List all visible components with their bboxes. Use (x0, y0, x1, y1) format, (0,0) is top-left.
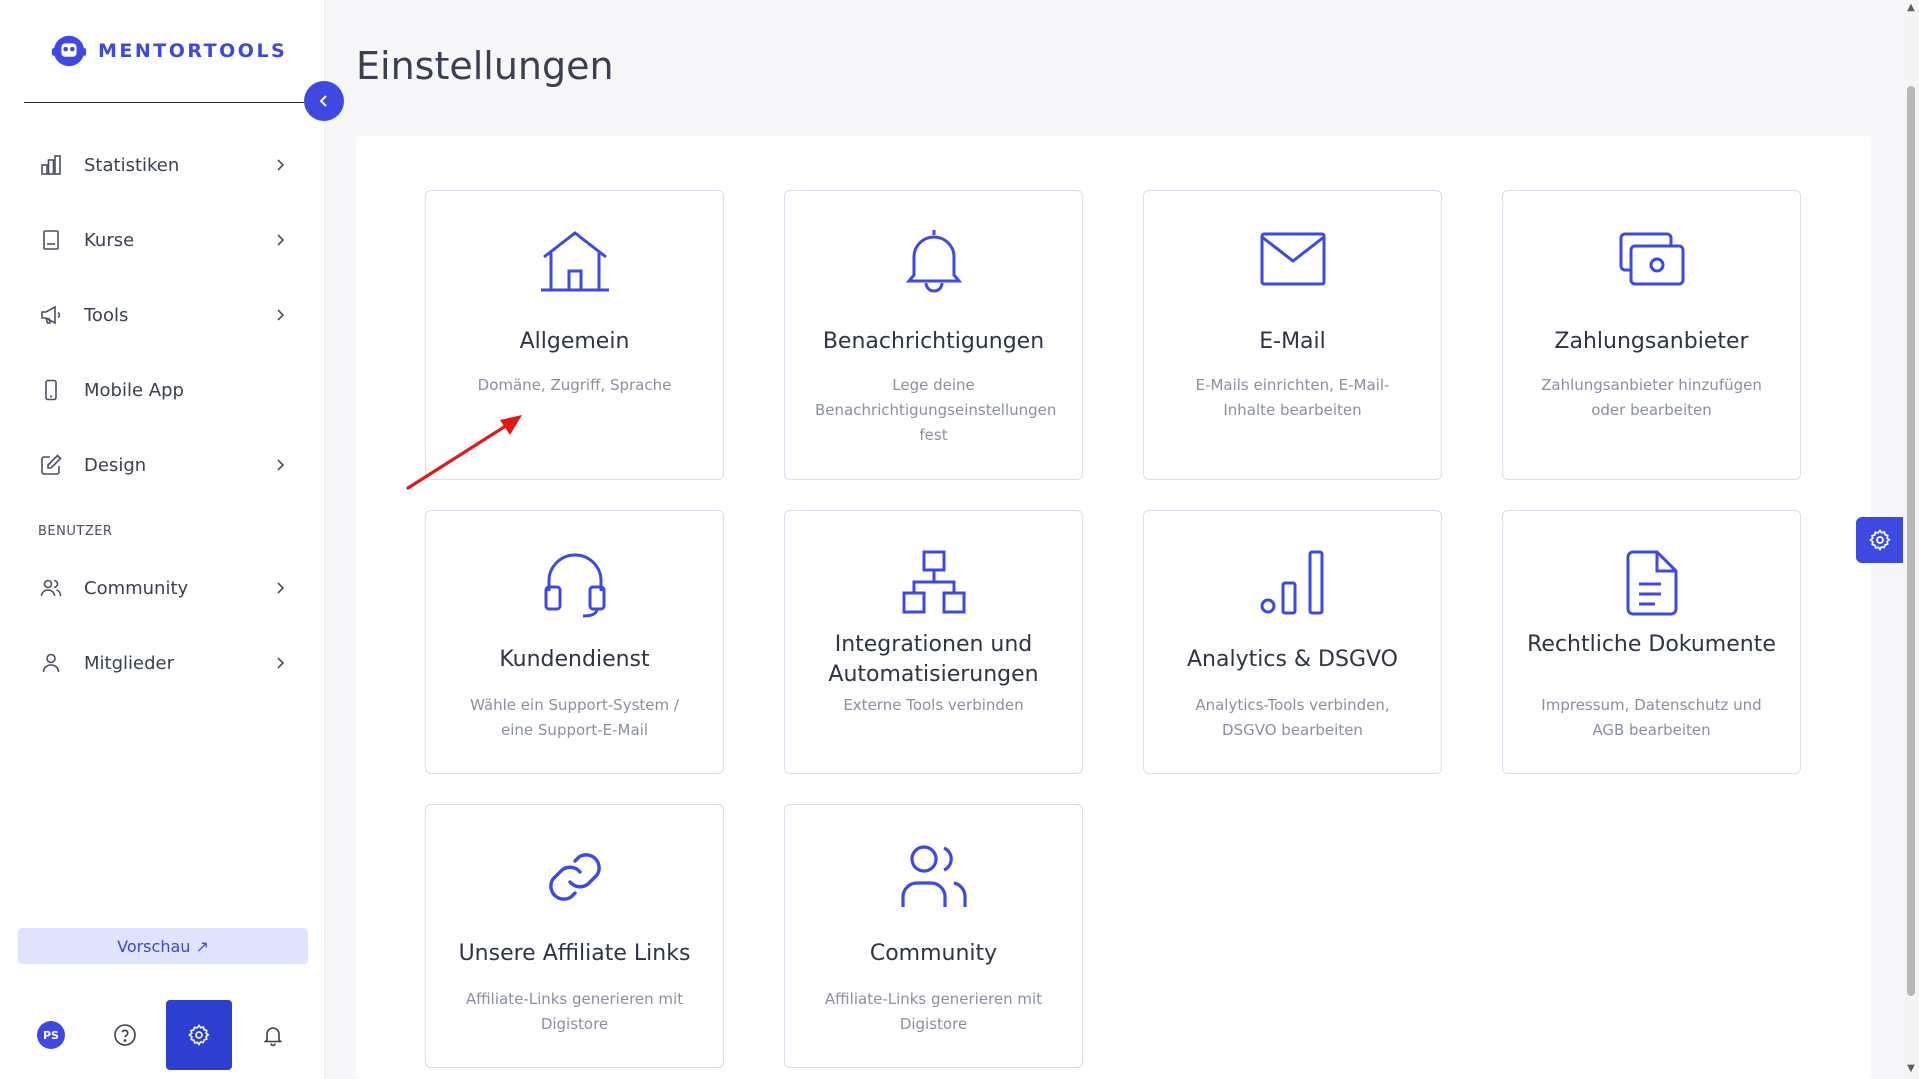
card-description: Analytics-Tools verbinden, DSGVO bearbei… (1195, 696, 1390, 739)
sidebar-item-design[interactable]: Design (38, 445, 288, 485)
pen-square-icon (38, 452, 64, 478)
sidebar-item-label: Design (84, 454, 147, 476)
bar-chart-icon (38, 152, 64, 178)
page-title: Einstellungen (356, 44, 614, 88)
card-title: Analytics & DSGVO (1187, 647, 1398, 672)
card-title: Community (869, 941, 998, 966)
sidebar-item-statistiken[interactable]: Statistiken (38, 145, 288, 185)
card-description: Affiliate-Links generieren mit Digistore (824, 990, 1043, 1033)
scroll-up-arrow-icon[interactable]: ▲ (1906, 3, 1916, 13)
section-label-benutzer: BENUTZER (38, 524, 113, 539)
sidebar-item-label: Statistiken (84, 154, 180, 176)
card-integrationen[interactable]: Integrationen und Automatisierungen Exte… (784, 510, 1083, 774)
megaphone-icon (38, 302, 64, 328)
logo-divider (24, 102, 304, 103)
document-icon (1503, 549, 1800, 617)
floating-settings-button[interactable] (1856, 517, 1904, 563)
notifications-button[interactable] (240, 1000, 306, 1070)
sidebar-item-label: Mobile App (84, 379, 184, 401)
chevron-right-icon (277, 582, 285, 594)
card-description: Impressum, Datenschutz und AGB bearbeite… (1541, 696, 1762, 739)
network-icon (785, 549, 1082, 615)
card-description: Domäne, Zugriff, Sprache (477, 376, 672, 394)
card-analytics-dsgvo[interactable]: Analytics & DSGVO Analytics-Tools verbin… (1143, 510, 1442, 774)
card-description: Zahlungsanbieter hinzufügen oder bearbei… (1541, 376, 1762, 419)
card-allgemein[interactable]: Allgemein Domäne, Zugriff, Sprache (425, 190, 724, 480)
card-rechtliche-dokumente[interactable]: Rechtliche Dokumente Impressum, Datensch… (1502, 510, 1801, 774)
preview-button[interactable]: Vorschau ↗ (18, 928, 308, 964)
card-title: E-Mail (1259, 329, 1326, 354)
chevron-right-icon (277, 657, 285, 669)
sidebar-item-mitglieder[interactable]: Mitglieder (38, 643, 288, 683)
card-title: Rechtliche Dokumente (1527, 632, 1776, 657)
card-kundendienst[interactable]: Kundendienst Wähle ein Support-System / … (425, 510, 724, 774)
book-icon (38, 227, 64, 253)
gear-icon (1869, 529, 1891, 552)
sidebar-item-label: Kurse (84, 229, 135, 251)
users-icon (38, 575, 64, 601)
chevron-right-icon (277, 159, 285, 171)
logo-text: MENTORTOOLS (98, 40, 288, 62)
scroll-thumb[interactable] (1907, 86, 1915, 996)
sidebar-item-community[interactable]: Community (38, 568, 288, 608)
card-title: Benachrichtigungen (822, 329, 1045, 354)
card-affiliate-links[interactable]: Unsere Affiliate Links Affiliate-Links g… (425, 804, 724, 1068)
robot-logo-icon (51, 35, 87, 67)
sidebar-item-label: Mitglieder (84, 652, 174, 674)
sidebar-item-tools[interactable]: Tools (38, 295, 288, 335)
card-description: Affiliate-Links generieren mit Digistore (465, 990, 684, 1033)
card-title: Integrationen und Automatisierungen (828, 632, 1039, 687)
card-title: Zahlungsanbieter (1554, 329, 1749, 354)
chevron-right-icon (277, 234, 285, 246)
sidebar-item-kurse[interactable]: Kurse (38, 220, 288, 260)
sidebar-bottom-bar: PS (0, 1000, 325, 1079)
card-benachrichtigungen[interactable]: Benachrichtigungen Lege deine Benachrich… (784, 190, 1083, 480)
card-title: Unsere Affiliate Links (458, 941, 691, 966)
card-title: Allgemein (519, 329, 630, 354)
avatar: PS (37, 1021, 65, 1049)
card-community[interactable]: Community Affiliate-Links generieren mit… (784, 804, 1083, 1068)
bell-icon (263, 1027, 283, 1047)
settings-button[interactable] (166, 1000, 232, 1070)
sidebar: MENTORTOOLS Statistiken Kurse Tools Mobi… (0, 0, 325, 1079)
link-icon (426, 845, 723, 909)
chevron-right-icon (277, 309, 285, 321)
card-e-mail[interactable]: E-Mail E-Mails einrichten, E-Mail-Inhalt… (1143, 190, 1442, 480)
settings-panel: Allgemein Domäne, Zugriff, Sprache Benac… (356, 136, 1871, 1079)
mail-icon (1144, 231, 1441, 287)
card-zahlungsanbieter[interactable]: Zahlungsanbieter Zahlungsanbieter hinzuf… (1502, 190, 1801, 480)
sidebar-item-mobile-app[interactable]: Mobile App (38, 370, 288, 410)
card-description: Wähle ein Support-System / eine Support-… (470, 696, 679, 739)
card-title: Kundendienst (499, 647, 650, 672)
home-icon (426, 227, 723, 293)
card-description: Lege deine Benachrichtigungseinstellunge… (815, 376, 1057, 444)
sidebar-item-label: Community (84, 577, 189, 599)
user-icon (38, 650, 64, 676)
user-avatar-button[interactable]: PS (18, 1000, 84, 1070)
headset-icon (426, 551, 723, 619)
analytics-icon (1144, 549, 1441, 617)
collapse-sidebar-button[interactable] (304, 81, 344, 121)
payment-icon (1503, 231, 1800, 287)
card-description: Externe Tools verbinden (843, 696, 1024, 714)
bell-icon (785, 227, 1082, 293)
mobile-icon (38, 377, 64, 403)
sidebar-item-label: Tools (84, 304, 129, 326)
scroll-down-arrow-icon[interactable]: ▼ (1906, 1064, 1916, 1074)
help-button[interactable] (92, 1000, 158, 1070)
logo[interactable]: MENTORTOOLS (50, 32, 287, 70)
card-description: E-Mails einrichten, E-Mail-Inhalte bearb… (1195, 376, 1390, 419)
community-icon (785, 843, 1082, 909)
gear-icon (188, 1024, 210, 1046)
help-icon (114, 1024, 136, 1046)
chevron-right-icon (277, 459, 285, 471)
chevron-left-icon (319, 95, 327, 107)
page-scrollbar[interactable]: ▲ ▼ (1903, 0, 1919, 1079)
